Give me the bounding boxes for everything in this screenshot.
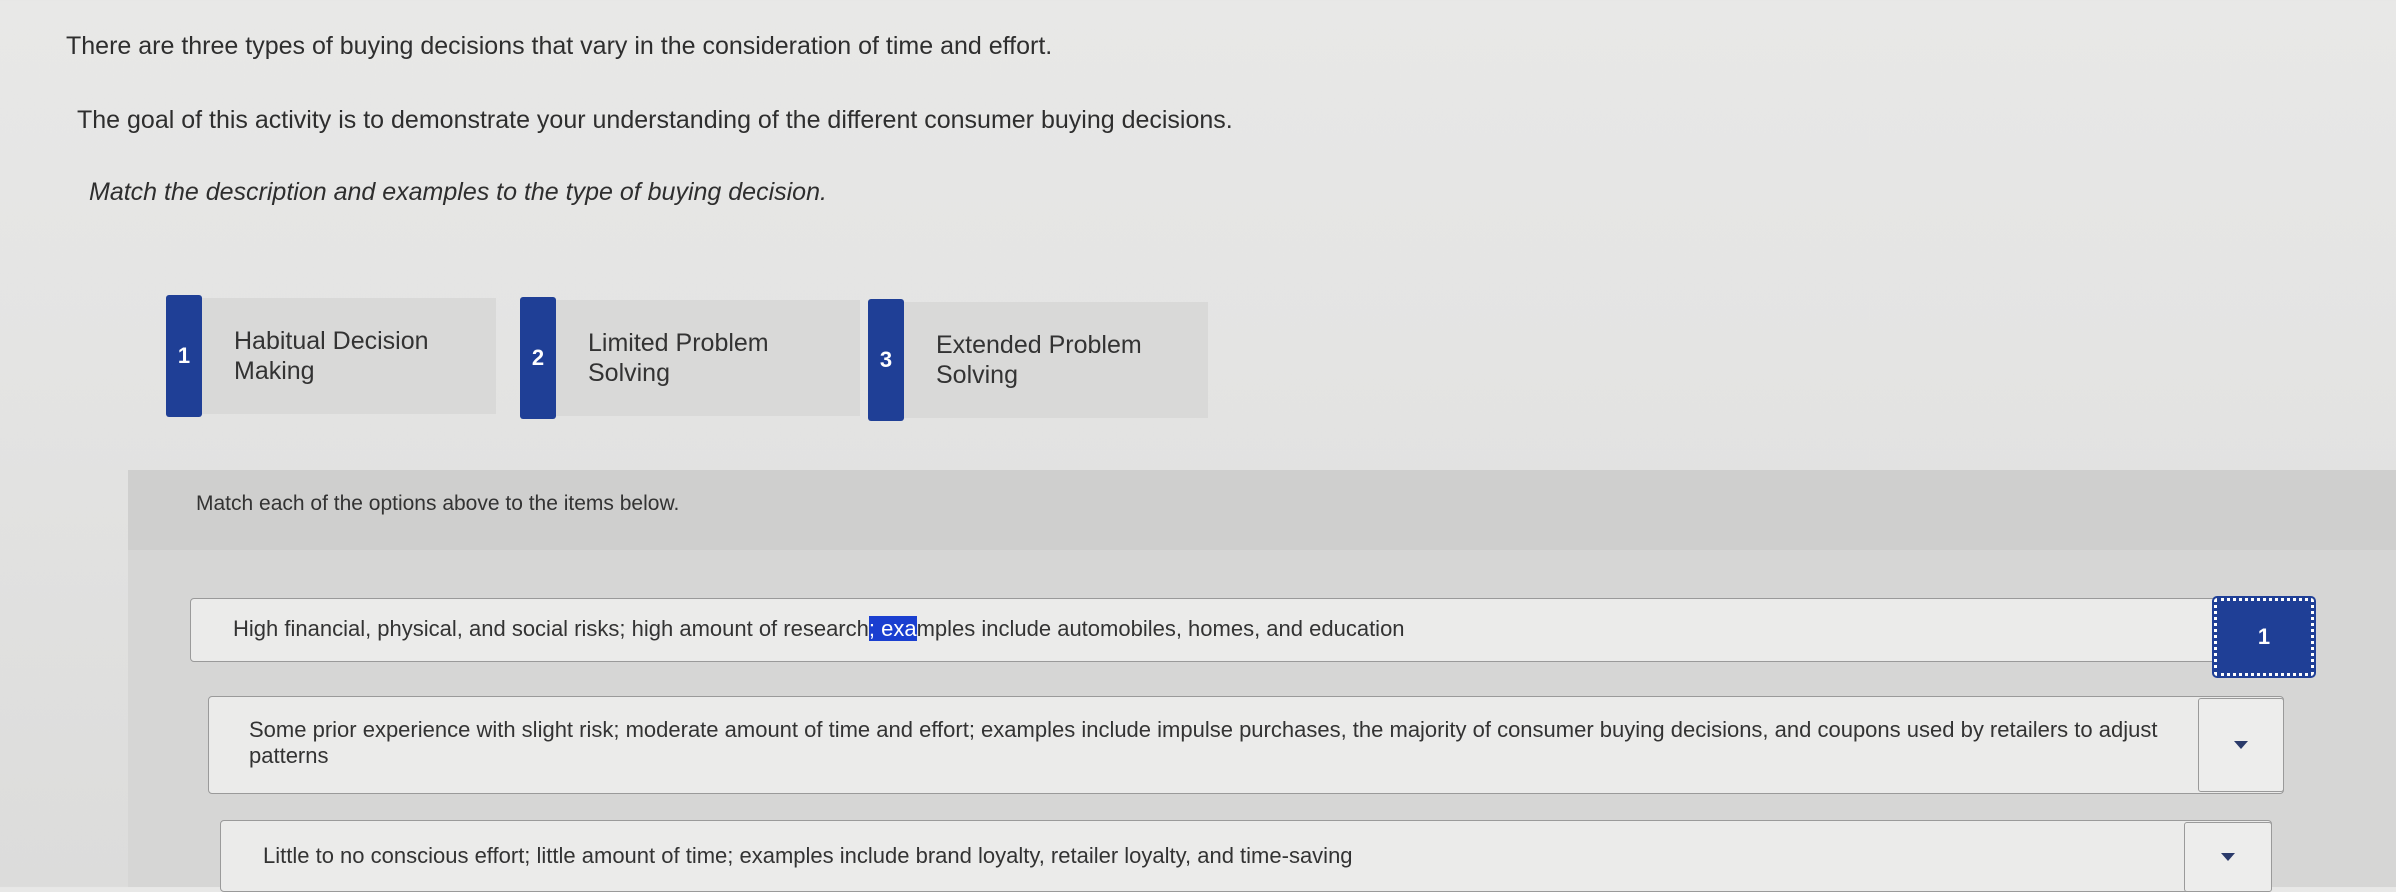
intro-text-2: The goal of this activity is to demonstr… [77,106,1233,134]
option-card-habitual[interactable]: 1 Habitual Decision Making [166,295,496,417]
intro-text-1: There are three types of buying decision… [66,32,1053,60]
chevron-down-icon [2234,741,2248,749]
answer-dropdown-filled[interactable]: 1 [2212,596,2316,678]
chevron-down-icon [2221,853,2235,861]
match-instruction: Match each of the options above to the i… [196,492,680,515]
option-label: Habitual Decision Making [234,327,429,385]
option-label: Limited Problem Solving [588,329,769,387]
answer-dropdown[interactable] [2198,698,2284,792]
match-header: Match each of the options above to the i… [128,470,2396,550]
match-item-row: High financial, physical, and social ris… [190,598,2222,662]
option-number-badge: 3 [868,299,904,421]
answer-dropdown[interactable] [2184,822,2272,892]
match-item-description: High financial, physical, and social ris… [233,616,1405,642]
description-text: High financial, physical, and social ris… [233,616,869,641]
option-card-extended[interactable]: 3 Extended Problem Solving [868,299,1208,421]
option-card-limited[interactable]: 2 Limited Problem Solving [520,297,860,419]
option-number-badge: 1 [166,295,202,417]
option-number-badge: 2 [520,297,556,419]
description-text: mples include automobiles, homes, and ed… [916,616,1405,641]
match-item-description: Little to no conscious effort; little am… [263,843,1353,868]
instruction-text: Match the description and examples to th… [89,178,827,206]
match-item-row: Little to no conscious effort; little am… [220,820,2272,892]
match-item-row: Some prior experience with slight risk; … [208,696,2284,794]
option-label: Extended Problem Solving [936,331,1142,389]
selected-text-highlight: ; exa [868,616,917,641]
match-item-description: Some prior experience with slight risk; … [249,717,2158,768]
